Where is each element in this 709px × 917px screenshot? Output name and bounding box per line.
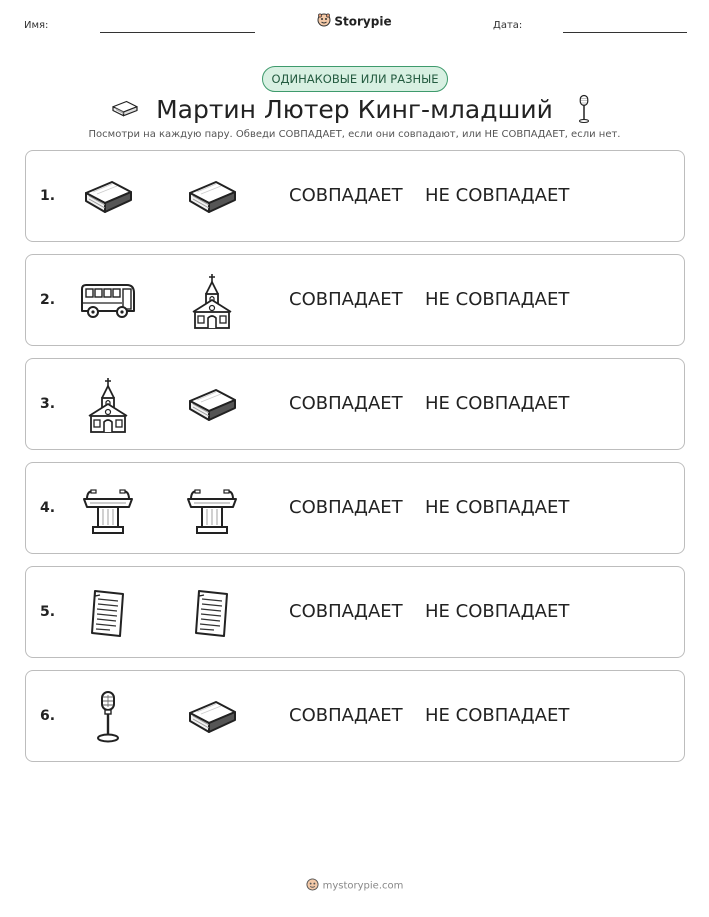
page-title-row: Мартин Лютер Кинг-младший [0, 92, 709, 126]
match-option[interactable]: СОВПАДАЕТ [289, 671, 403, 761]
pair-number: 6. [40, 708, 56, 724]
footer-url[interactable]: mystorypie.com [323, 881, 404, 892]
document-icon [182, 584, 242, 642]
microphone-icon [569, 94, 599, 124]
pair-card: 4. СОВПАДАЕТ НЕ СОВПАДАЕТ [25, 462, 685, 554]
book-icon [182, 688, 242, 746]
match-option[interactable]: СОВПАДАЕТ [289, 463, 403, 553]
fountain-icon [78, 480, 138, 538]
match-option[interactable]: СОВПАДАЕТ [289, 567, 403, 657]
pair-number: 2. [40, 292, 56, 308]
no-match-option[interactable]: НЕ СОВПАДАЕТ [425, 151, 569, 241]
date-line[interactable] [563, 32, 687, 33]
instructions: Посмотри на каждую пару. Обведи СОВПАДАЕ… [88, 129, 621, 140]
match-option[interactable]: СОВПАДАЕТ [289, 359, 403, 449]
pair-number: 1. [40, 188, 56, 204]
storypie-logo-icon [306, 878, 319, 894]
activity-badge: ОДИНАКОВЫЕ ИЛИ РАЗНЫЕ [262, 66, 448, 92]
document-icon [78, 584, 138, 642]
pair-number: 4. [40, 500, 56, 516]
book-icon [110, 94, 140, 124]
no-match-option[interactable]: НЕ СОВПАДАЕТ [425, 463, 569, 553]
pair-card: 2. СОВПАДАЕТ НЕ СОВПАДАЕТ [25, 254, 685, 346]
storypie-logo-icon [317, 13, 331, 30]
church-icon [182, 272, 242, 330]
name-line[interactable] [100, 32, 255, 33]
page-title: Мартин Лютер Кинг-младший [156, 94, 553, 124]
pair-card: 5. СОВПАДАЕТ НЕ СОВПАДАЕТ [25, 566, 685, 658]
no-match-option[interactable]: НЕ СОВПАДАЕТ [425, 567, 569, 657]
pair-number: 3. [40, 396, 56, 412]
footer: mystorypie.com [0, 878, 709, 894]
brand-name: Storypie [334, 14, 392, 29]
pair-number: 5. [40, 604, 56, 620]
no-match-option[interactable]: НЕ СОВПАДАЕТ [425, 255, 569, 345]
book-icon [78, 168, 138, 226]
pair-card: 1. СОВПАДАЕТ НЕ СОВПАДАЕТ [25, 150, 685, 242]
match-option[interactable]: СОВПАДАЕТ [289, 255, 403, 345]
book-icon [182, 168, 242, 226]
pair-card: 3. СОВПАДАЕТ НЕ СОВПАДАЕТ [25, 358, 685, 450]
brand: Storypie [0, 13, 709, 30]
microphone-icon [78, 688, 138, 746]
fountain-icon [182, 480, 242, 538]
match-option[interactable]: СОВПАДАЕТ [289, 151, 403, 241]
pair-card: 6. СОВПАДАЕТ НЕ СОВПАДАЕТ [25, 670, 685, 762]
bus-icon [78, 272, 138, 330]
no-match-option[interactable]: НЕ СОВПАДАЕТ [425, 359, 569, 449]
date-label: Дата: [493, 20, 523, 31]
church-icon [78, 376, 138, 434]
no-match-option[interactable]: НЕ СОВПАДАЕТ [425, 671, 569, 761]
book-icon [182, 376, 242, 434]
